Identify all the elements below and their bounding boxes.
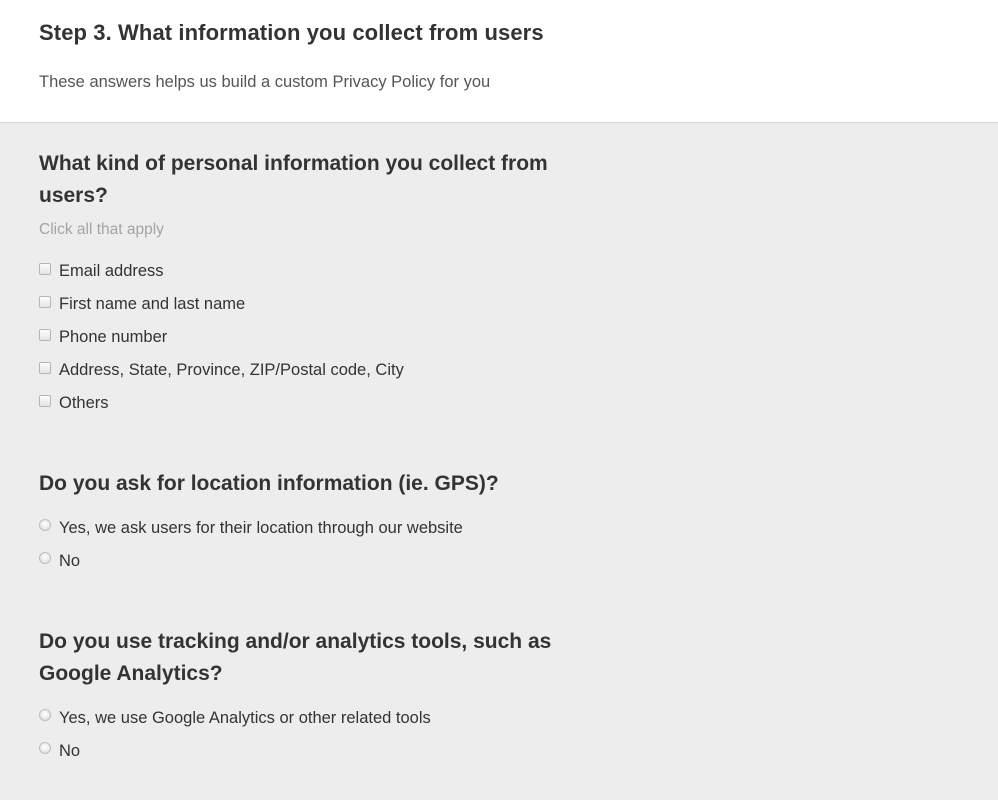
option-first-last-name[interactable]: First name and last name	[39, 288, 599, 321]
option-email-address[interactable]: Email address	[39, 255, 599, 288]
step-subtitle: These answers helps us build a custom Pr…	[39, 73, 491, 91]
analytics-question: Do you use tracking and/or analytics too…	[39, 630, 552, 685]
option-analytics-no[interactable]: No	[39, 735, 599, 768]
personal-info-question: What kind of personal information you co…	[39, 152, 548, 207]
location-yes-radio[interactable]	[39, 518, 51, 531]
address-checkbox[interactable]	[39, 361, 51, 374]
option-label: Others	[59, 394, 109, 412]
step-title: Step 3. What information you collect fro…	[39, 20, 544, 45]
option-label: Email address	[59, 262, 164, 280]
option-label: No	[59, 552, 81, 570]
option-label: No	[59, 742, 81, 760]
location-question: Do you ask for location information (ie.…	[39, 472, 499, 495]
option-label: Yes, we ask users for their location thr…	[59, 519, 463, 537]
option-address[interactable]: Address, State, Province, ZIP/Postal cod…	[39, 354, 599, 387]
option-location-no[interactable]: No	[39, 545, 599, 578]
step-header: Step 3. What information you collect fro…	[0, 0, 998, 123]
analytics-section: Do you use tracking and/or analytics too…	[39, 626, 599, 768]
option-location-yes[interactable]: Yes, we ask users for their location thr…	[39, 512, 599, 545]
option-phone-number[interactable]: Phone number	[39, 321, 599, 354]
analytics-yes-radio[interactable]	[39, 708, 51, 721]
first-last-name-checkbox[interactable]	[39, 295, 51, 308]
analytics-no-radio[interactable]	[39, 741, 51, 754]
location-no-radio[interactable]	[39, 551, 51, 564]
email-address-checkbox[interactable]	[39, 262, 51, 275]
option-others[interactable]: Others	[39, 387, 599, 420]
personal-info-options: Email address First name and last name P…	[39, 255, 599, 420]
phone-number-checkbox[interactable]	[39, 328, 51, 341]
option-label: First name and last name	[59, 295, 246, 313]
personal-info-hint: Click all that apply	[39, 221, 164, 238]
option-label: Address, State, Province, ZIP/Postal cod…	[59, 361, 404, 379]
others-checkbox[interactable]	[39, 394, 51, 407]
personal-info-section: What kind of personal information you co…	[39, 148, 599, 420]
option-label: Yes, we use Google Analytics or other re…	[59, 709, 431, 727]
analytics-options: Yes, we use Google Analytics or other re…	[39, 702, 599, 768]
location-section: Do you ask for location information (ie.…	[39, 468, 599, 578]
option-label: Phone number	[59, 328, 168, 346]
location-options: Yes, we ask users for their location thr…	[39, 512, 599, 578]
option-analytics-yes[interactable]: Yes, we use Google Analytics or other re…	[39, 702, 599, 735]
